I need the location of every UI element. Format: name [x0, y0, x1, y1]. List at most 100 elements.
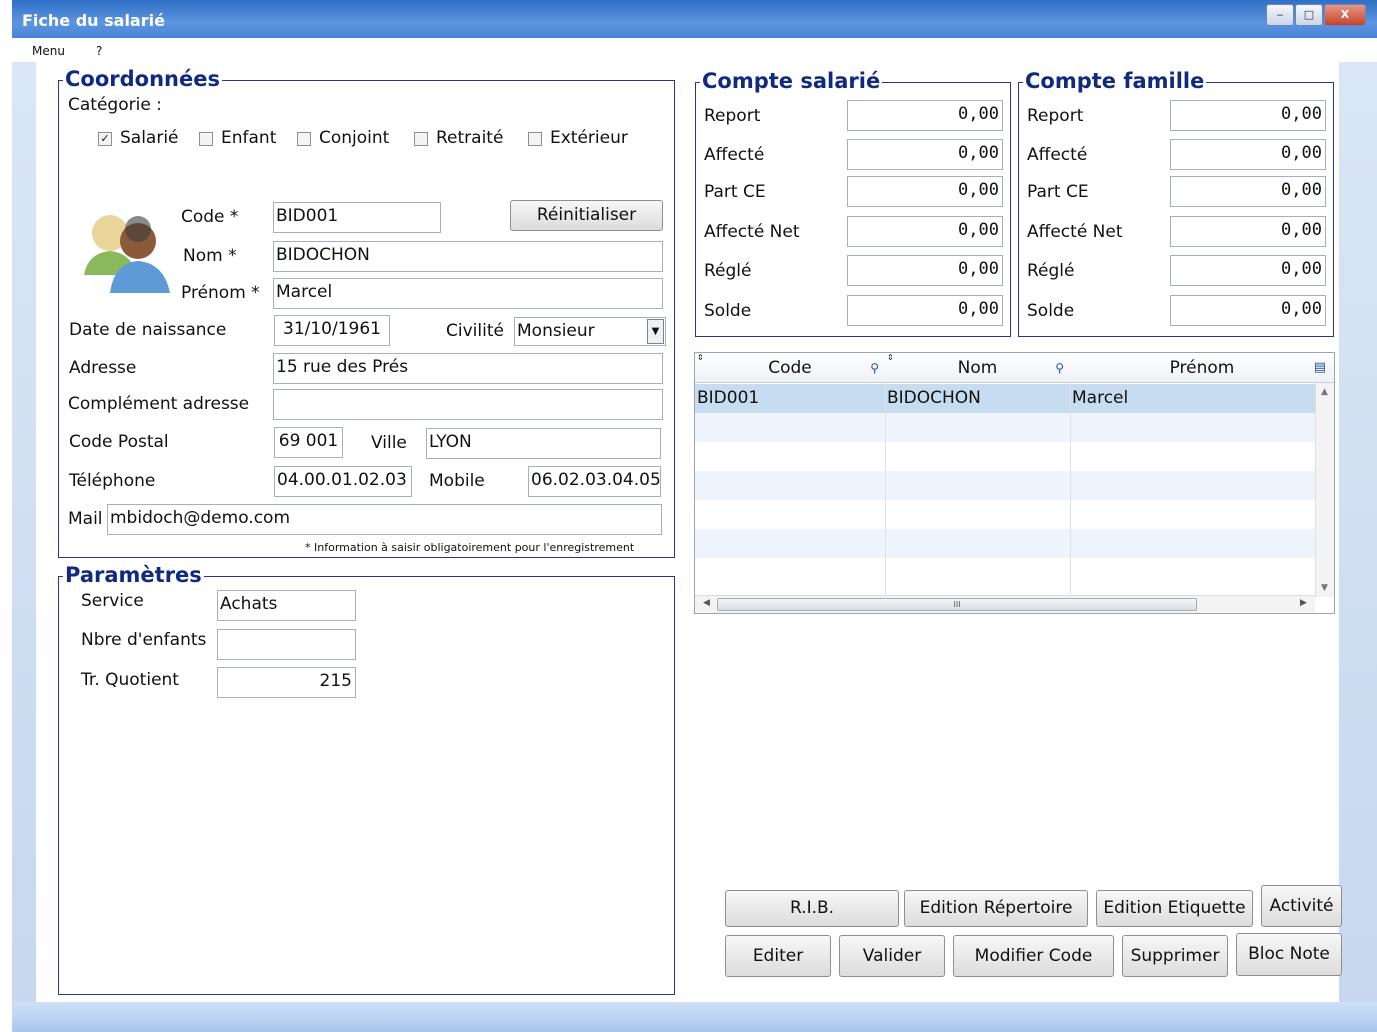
- cs-partce-label: Part CE: [704, 182, 766, 202]
- adresse-field[interactable]: 15 rue des Prés: [273, 353, 663, 384]
- code-field[interactable]: BID001: [273, 202, 441, 233]
- cf-partce-field[interactable]: 0,00: [1170, 176, 1326, 207]
- table-row[interactable]: BID001 BIDOCHON Marcel: [695, 384, 1315, 413]
- scroll-right-icon[interactable]: ▶: [1300, 598, 1307, 608]
- close-button[interactable]: X: [1324, 4, 1366, 26]
- column-header-nom[interactable]: Nom ⚲ ⇕: [885, 353, 1070, 383]
- activite-button[interactable]: Activité: [1261, 885, 1342, 927]
- edition-repertoire-button[interactable]: Edition Répertoire: [904, 890, 1088, 927]
- table-row-empty[interactable]: [695, 500, 1315, 529]
- ville-field[interactable]: LYON: [426, 428, 661, 459]
- vertical-scrollbar[interactable]: ▲ ▼: [1315, 383, 1334, 597]
- complement-label: Complément adresse: [68, 394, 250, 414]
- complement-field[interactable]: [273, 389, 663, 420]
- menu-item-menu[interactable]: Menu: [32, 44, 65, 58]
- mobile-label: Mobile: [429, 471, 485, 491]
- column-header-nom-label: Nom: [957, 358, 998, 378]
- table-cell-code: BID001: [697, 388, 760, 408]
- code-postal-field[interactable]: 69 001: [274, 427, 343, 458]
- cf-solde-field[interactable]: 0,00: [1170, 295, 1326, 326]
- checkbox-exterieur-label: Extérieur: [550, 128, 628, 148]
- checkbox-retraite-label: Retraité: [436, 128, 504, 148]
- cs-report-label: Report: [704, 106, 761, 126]
- chevron-down-icon[interactable]: ▼: [647, 319, 664, 344]
- cs-affecte-net-label: Affecté Net: [704, 222, 800, 242]
- dob-field[interactable]: 31/10/1961: [274, 315, 390, 346]
- valider-button[interactable]: Valider: [839, 935, 945, 977]
- search-icon[interactable]: ⚲: [1055, 353, 1064, 383]
- bloc-note-button[interactable]: Bloc Note: [1236, 933, 1342, 976]
- checkbox-retraite[interactable]: [414, 132, 428, 146]
- nbre-enfants-field[interactable]: [217, 629, 356, 660]
- table-row-empty[interactable]: [695, 558, 1315, 587]
- table-row-empty[interactable]: [695, 471, 1315, 500]
- mail-label: Mail: [68, 509, 103, 529]
- checkbox-conjoint[interactable]: [297, 132, 311, 146]
- rib-button[interactable]: R.I.B.: [725, 890, 899, 927]
- editer-button[interactable]: Editer: [725, 935, 831, 977]
- table-row-empty[interactable]: [695, 413, 1315, 442]
- modifier-code-button[interactable]: Modifier Code: [953, 935, 1114, 977]
- checkbox-enfant-label: Enfant: [221, 128, 277, 148]
- maximize-button[interactable]: □: [1295, 4, 1323, 26]
- checkbox-enfant[interactable]: [199, 132, 213, 146]
- tr-quotient-field[interactable]: 215: [217, 667, 356, 698]
- parametres-title: Paramètres: [63, 563, 204, 587]
- menu-item-help[interactable]: ?: [96, 44, 102, 58]
- cs-affecte-field[interactable]: 0,00: [847, 139, 1003, 170]
- cf-partce-label: Part CE: [1027, 182, 1089, 202]
- column-divider: [1070, 383, 1071, 597]
- cs-solde-label: Solde: [704, 301, 752, 321]
- cf-solde-label: Solde: [1027, 301, 1075, 321]
- compte-famille-title: Compte famille: [1023, 69, 1207, 93]
- ville-label: Ville: [371, 433, 407, 453]
- horizontal-scrollbar[interactable]: ◀ III ▶: [695, 595, 1315, 613]
- mobile-field[interactable]: 06.02.03.04.05: [528, 466, 661, 497]
- reinitialiser-button[interactable]: Réinitialiser: [510, 200, 663, 231]
- cf-regle-field[interactable]: 0,00: [1170, 255, 1326, 286]
- column-options-icon[interactable]: ▤: [1314, 353, 1326, 383]
- telephone-label: Téléphone: [69, 471, 156, 491]
- prenom-field[interactable]: Marcel: [273, 278, 663, 309]
- edition-etiquette-button[interactable]: Edition Etiquette: [1096, 890, 1253, 927]
- column-divider: [885, 383, 886, 597]
- cs-affecte-label: Affecté: [704, 145, 765, 165]
- column-header-code[interactable]: Code ⚲ ⇕: [695, 353, 885, 383]
- checkbox-exterieur[interactable]: [528, 132, 542, 146]
- civilite-label: Civilité: [446, 321, 504, 341]
- checkbox-salarie-label: Salarié: [120, 128, 179, 148]
- scroll-down-icon[interactable]: ▼: [1321, 583, 1328, 593]
- cf-affecte-net-field[interactable]: 0,00: [1170, 216, 1326, 247]
- checkbox-salarie[interactable]: ✓: [98, 132, 112, 146]
- scroll-up-icon[interactable]: ▲: [1321, 387, 1328, 397]
- civilite-select[interactable]: Monsieur ▼: [514, 317, 666, 346]
- cf-affecte-field[interactable]: 0,00: [1170, 139, 1326, 170]
- cs-report-field[interactable]: 0,00: [847, 100, 1003, 131]
- column-header-prenom[interactable]: Prénom ▤: [1070, 353, 1334, 383]
- nom-label: Nom *: [183, 246, 237, 266]
- table-row-empty[interactable]: [695, 529, 1315, 558]
- cf-report-field[interactable]: 0,00: [1170, 100, 1326, 131]
- minimize-button[interactable]: ‒: [1266, 4, 1294, 26]
- scroll-left-icon[interactable]: ◀: [703, 598, 710, 608]
- sort-icon: ⇕: [697, 353, 704, 362]
- cs-partce-field[interactable]: 0,00: [847, 176, 1003, 207]
- dob-label: Date de naissance: [69, 320, 227, 340]
- sort-icon: ⇕: [887, 353, 894, 362]
- column-header-code-label: Code: [768, 358, 812, 378]
- nom-field[interactable]: BIDOCHON: [273, 241, 663, 272]
- code-label: Code *: [181, 207, 239, 227]
- supprimer-button[interactable]: Supprimer: [1122, 935, 1228, 977]
- cs-regle-field[interactable]: 0,00: [847, 255, 1003, 286]
- service-field[interactable]: Achats: [217, 590, 356, 621]
- scroll-thumb[interactable]: III: [717, 598, 1197, 611]
- salaries-table[interactable]: Code ⚲ ⇕ Nom ⚲ ⇕ Prénom ▤ BID001 BIDOCHO…: [694, 352, 1335, 614]
- service-label: Service: [81, 591, 144, 611]
- table-row-empty[interactable]: [695, 442, 1315, 471]
- telephone-field[interactable]: 04.00.01.02.03: [274, 466, 412, 497]
- cs-affecte-net-field[interactable]: 0,00: [847, 216, 1003, 247]
- cs-solde-field[interactable]: 0,00: [847, 295, 1003, 326]
- mail-field[interactable]: mbidoch@demo.com: [107, 504, 662, 535]
- users-icon: [84, 215, 170, 293]
- search-icon[interactable]: ⚲: [870, 353, 879, 383]
